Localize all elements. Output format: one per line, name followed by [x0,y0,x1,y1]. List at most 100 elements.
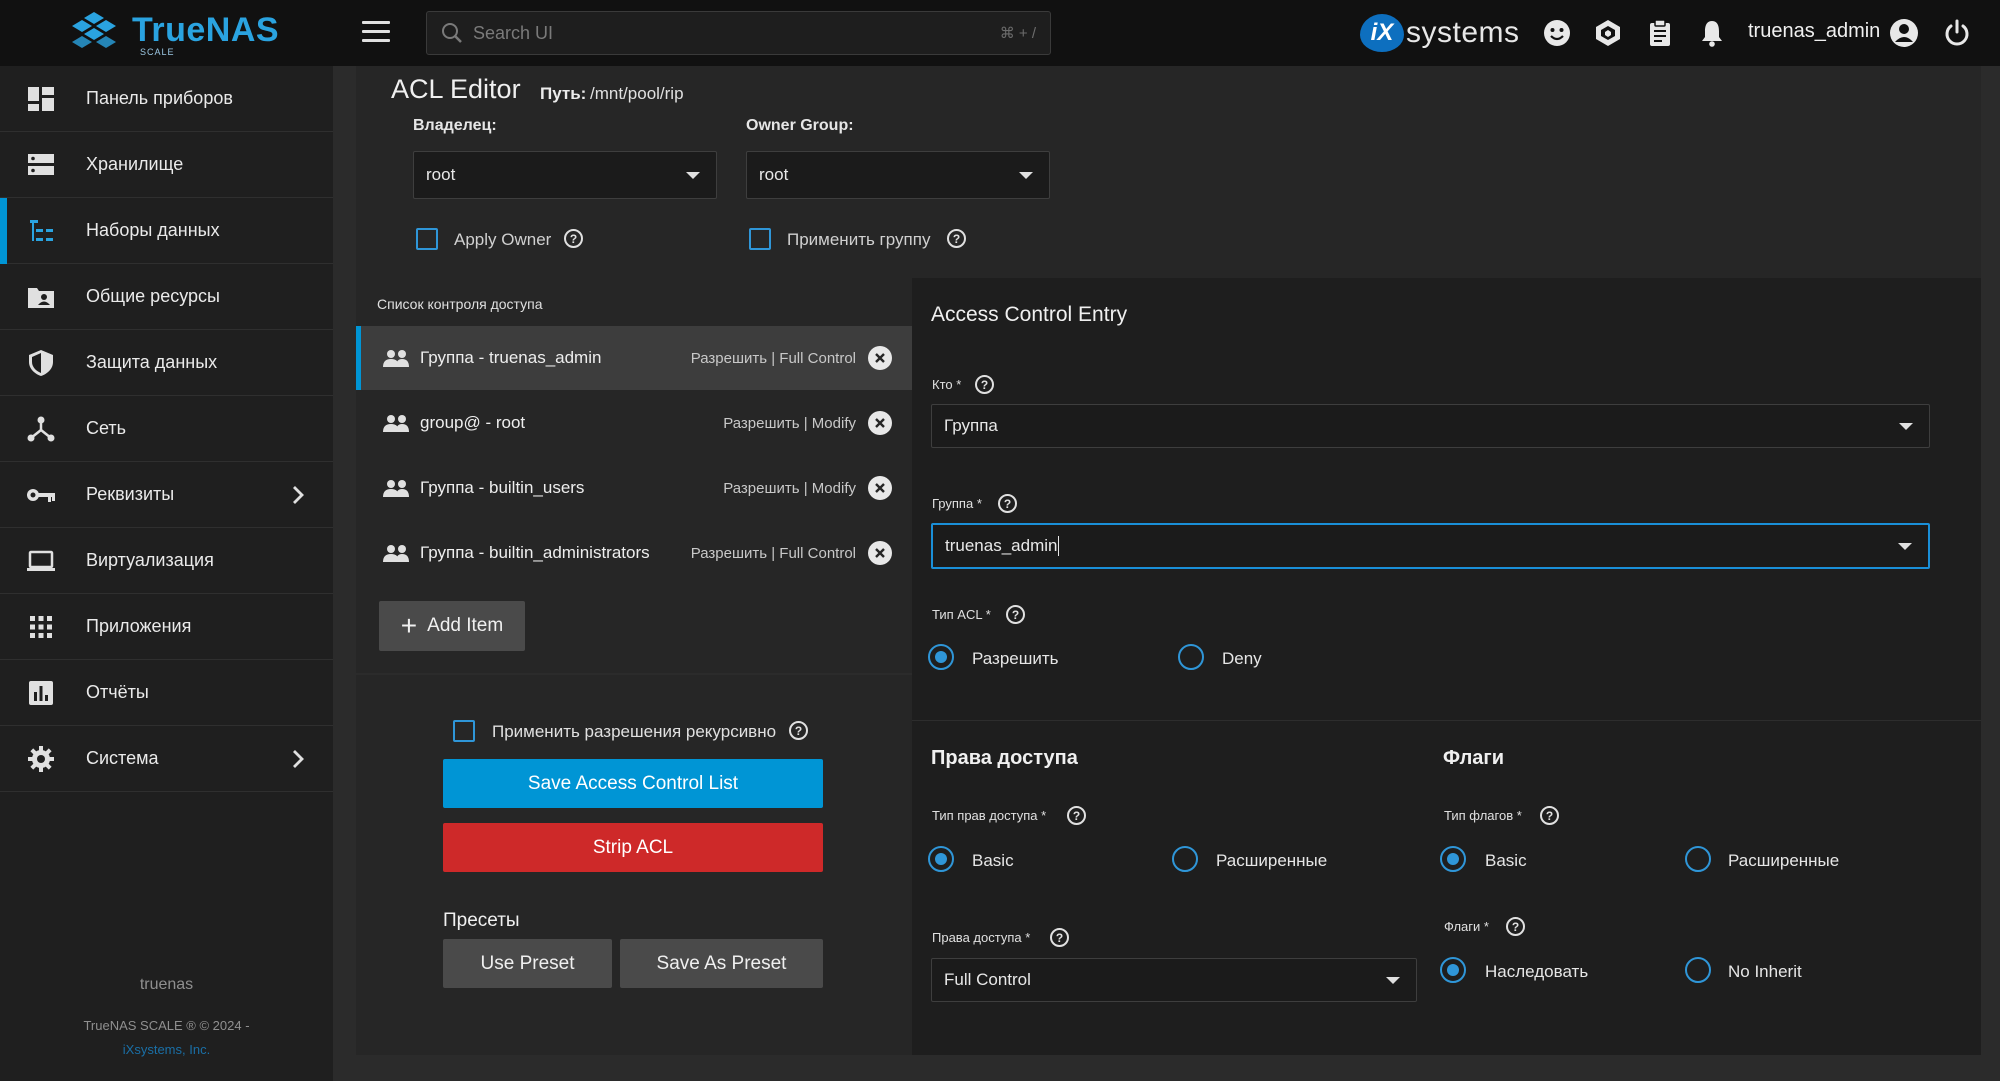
help-icon[interactable]: ? [1506,917,1525,936]
help-icon[interactable]: ? [975,375,994,394]
ixsystems-logo[interactable]: iX systems [1360,14,1520,52]
acl-entry-name: Группа - truenas_admin [420,348,602,367]
who-select-value: Группа [944,416,998,435]
owner-group-select-value: root [759,165,789,184]
network-icon [26,415,56,443]
permissions-advanced-radio[interactable] [1172,846,1198,872]
acl-entry-permission: Разрешить | Modify [723,480,856,497]
who-select[interactable]: Группа [931,404,1930,448]
group-icon [383,350,409,367]
sidebar-item-label: Реквизиты [86,484,175,504]
permissions-select-value: Full Control [944,970,1031,989]
power-icon[interactable] [1940,16,1974,50]
sidebar-item-virtualization[interactable]: Виртуализация [0,528,333,594]
footer-company-link[interactable]: iXsystems, Inc. [0,1042,333,1057]
acl-entry-row[interactable]: group@ - root Разрешить | Modify [356,391,912,455]
owner-select-value: root [426,165,456,184]
notifications-bell-icon[interactable] [1695,16,1729,50]
feedback-smiley-icon[interactable] [1540,16,1574,50]
acl-entry-name: group@ - root [420,413,526,432]
brand-edition: SCALE [140,47,175,57]
sidebar-item-datasets[interactable]: Наборы данных [0,198,333,264]
search-shortcut: ⌘ + / [999,25,1036,42]
flags-no-inherit-label: No Inherit [1728,962,1802,981]
footer-hostname: truenas [139,976,194,993]
help-icon[interactable]: ? [1540,806,1559,825]
help-icon[interactable]: ? [998,494,1017,513]
flags-label: Флаги * [1444,919,1489,934]
remove-entry-icon[interactable] [868,346,892,370]
save-as-preset-button[interactable]: Save As Preset [620,939,823,988]
account-circle-icon[interactable] [1887,16,1921,50]
sidebar-item-dashboard[interactable]: Панель приборов [0,66,333,132]
storage-icon [26,151,56,179]
acl-type-deny-radio[interactable] [1178,644,1204,670]
sidebar-item-label: Защита данных [86,352,218,372]
apply-owner-checkbox[interactable] [416,228,438,250]
permissions-type-label: Тип прав доступа * [932,808,1047,823]
acl-type-deny-label: Deny [1222,649,1262,668]
sidebar-item-label: Панель приборов [86,88,233,108]
flags-advanced-label: Расширенные [1728,851,1840,870]
acl-type-label: Тип ACL * [932,607,991,622]
acl-entry-permission: Разрешить | Full Control [690,350,856,367]
help-icon[interactable]: ? [1050,928,1069,947]
sidebar-item-system[interactable]: Система [0,726,333,792]
flags-advanced-radio[interactable] [1685,846,1711,872]
menu-toggle-icon[interactable] [362,21,390,45]
save-acl-button[interactable]: Save Access Control List [443,759,823,808]
sidebar-item-apps[interactable]: Приложения [0,594,333,660]
acl-entry-name: Группа - builtin_users [420,478,585,497]
help-icon[interactable]: ? [1067,806,1086,825]
add-item-label: Add Item [427,615,504,636]
truenas-logo[interactable]: TrueNAS SCALE [64,10,279,57]
use-preset-button[interactable]: Use Preset [443,939,612,988]
flags-inherit-radio[interactable] [1440,957,1466,983]
sidebar-item-data-protection[interactable]: Защита данных [0,330,333,396]
help-icon[interactable]: ? [947,229,966,248]
group-select[interactable]: truenas_admin [931,523,1930,569]
remove-entry-icon[interactable] [868,411,892,435]
sidebar-item-credentials[interactable]: Реквизиты [0,462,333,528]
help-icon[interactable]: ? [564,229,583,248]
sidebar-item-label: Отчёты [86,682,149,702]
remove-entry-icon[interactable] [868,541,892,565]
datasets-icon [26,217,56,245]
help-icon[interactable]: ? [1006,605,1025,624]
username[interactable]: truenas_admin [1748,20,1880,43]
sidebar-item-network[interactable]: Сеть [0,396,333,462]
laptop-icon [26,547,56,575]
permissions-select[interactable]: Full Control [931,958,1417,1002]
top-bar: TrueNAS SCALE Search UI ⌘ + / iX systems [0,0,2000,66]
help-icon[interactable]: ? [789,721,808,740]
remove-entry-icon[interactable] [868,476,892,500]
flags-basic-radio[interactable] [1440,846,1466,872]
apply-group-checkbox[interactable] [749,228,771,250]
sidebar-item-reports[interactable]: Отчёты [0,660,333,726]
dropdown-arrow-icon [1019,172,1033,179]
dropdown-arrow-icon [686,172,700,179]
dashboard-icon [26,85,56,113]
owner-group-label: Owner Group: [746,117,854,134]
group-label: Группа * [932,496,982,511]
sidebar-item-shares[interactable]: Общие ресурсы [0,264,333,330]
divider [912,720,1981,721]
recursive-checkbox[interactable] [453,720,475,742]
footer-copyright: TrueNAS SCALE ® © 2024 - [83,1018,250,1033]
acl-type-allow-radio[interactable] [928,644,954,670]
strip-acl-button[interactable]: Strip ACL [443,823,823,872]
acl-entry-row[interactable]: Группа - builtin_users Разрешить | Modif… [356,456,912,520]
sidebar-item-storage[interactable]: Хранилище [0,132,333,198]
owner-group-select[interactable]: root [746,151,1050,199]
truecommand-icon[interactable] [1591,16,1625,50]
acl-entry-row[interactable]: Группа - builtin_administrators Разрешит… [356,521,912,585]
jobs-clipboard-icon[interactable] [1643,16,1677,50]
ace-title: Access Control Entry [931,303,1128,326]
search-input[interactable]: Search UI ⌘ + / [426,11,1051,55]
acl-entry-name: Группа - builtin_administrators [420,543,650,562]
permissions-basic-radio[interactable] [928,846,954,872]
add-item-button[interactable]: + Add Item [379,601,525,651]
acl-entry-row[interactable]: Группа - truenas_admin Разрешить | Full … [356,326,912,390]
owner-select[interactable]: root [413,151,717,199]
flags-no-inherit-radio[interactable] [1685,957,1711,983]
